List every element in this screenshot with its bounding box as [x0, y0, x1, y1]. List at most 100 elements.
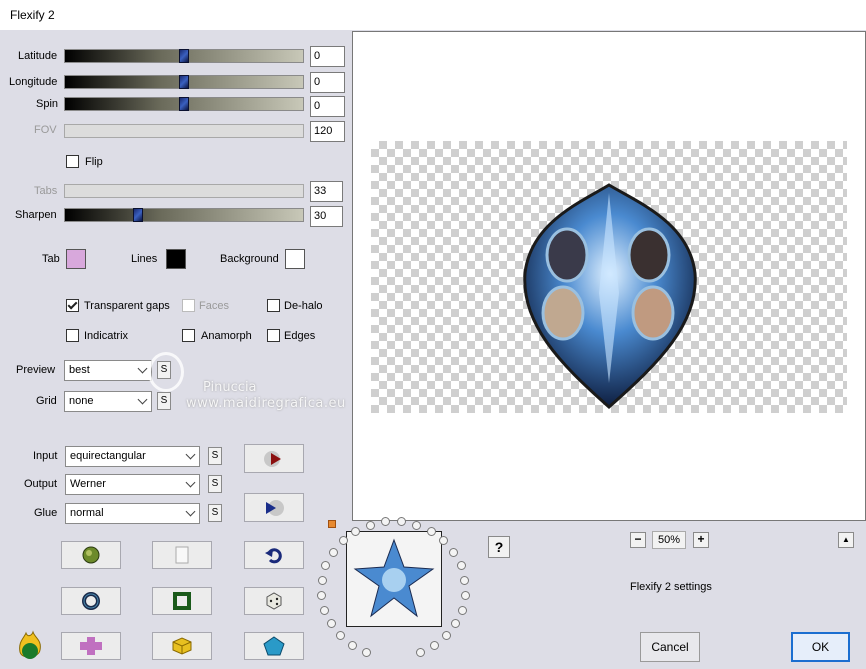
zoom-out-button[interactable]: − [630, 532, 646, 548]
ring-dot[interactable] [366, 521, 375, 530]
latitude-slider[interactable] [64, 49, 304, 63]
sharpen-input[interactable]: 30 [310, 206, 343, 227]
indicatrix-checkbox[interactable] [66, 329, 79, 342]
watermark-name: Pinuccia [203, 380, 257, 395]
ring-dot[interactable] [442, 631, 451, 640]
input-s-button[interactable]: S [208, 447, 222, 465]
fov-input[interactable]: 120 [310, 121, 345, 142]
pentagon-button[interactable] [244, 632, 304, 660]
latitude-slider-thumb[interactable] [179, 49, 189, 63]
ring-dot[interactable] [339, 536, 348, 545]
output-select[interactable]: Werner [65, 474, 200, 495]
tab-color-swatch[interactable] [66, 249, 86, 269]
puzzle-button[interactable] [61, 632, 121, 660]
input-select-value: equirectangular [70, 450, 146, 462]
ring-icon [82, 592, 100, 610]
ring-dot[interactable] [460, 576, 469, 585]
anamorph-checkbox[interactable] [182, 329, 195, 342]
dice-button[interactable] [244, 587, 304, 615]
ring-dot[interactable] [449, 548, 458, 557]
transparent-gaps-label: Transparent gaps [84, 300, 170, 312]
chevron-down-icon [185, 506, 196, 517]
ring-dot[interactable] [351, 527, 360, 536]
ring-dot[interactable] [327, 619, 336, 628]
transparent-gaps-checkbox[interactable] [66, 299, 79, 312]
tab-color-label: Tab [42, 253, 60, 265]
cancel-button[interactable]: Cancel [640, 632, 700, 662]
ring-dot[interactable] [451, 619, 460, 628]
output-play-button[interactable] [244, 493, 304, 522]
faces-checkbox [182, 299, 195, 312]
ok-button[interactable]: OK [791, 632, 850, 662]
ring-dot[interactable] [412, 521, 421, 530]
glue-select-value: normal [70, 507, 104, 519]
ring-dot[interactable] [416, 648, 425, 657]
edges-checkbox[interactable] [267, 329, 280, 342]
zoom-in-button[interactable]: + [693, 532, 709, 548]
ring-dot[interactable] [317, 591, 326, 600]
frame-button[interactable] [152, 587, 212, 615]
sharpen-slider[interactable] [64, 208, 304, 222]
cube-button[interactable] [152, 632, 212, 660]
spin-input[interactable]: 0 [310, 96, 345, 117]
ring-dot[interactable] [336, 631, 345, 640]
latitude-input[interactable]: 0 [310, 46, 345, 67]
ring-button[interactable] [61, 587, 121, 615]
randomize-button[interactable] [61, 541, 121, 569]
tabs-input[interactable]: 33 [310, 181, 343, 202]
flip-checkbox[interactable] [66, 155, 79, 168]
preview-canvas[interactable] [352, 31, 866, 521]
tabs-label: Tabs [34, 185, 58, 197]
longitude-label: Longitude [9, 76, 58, 88]
ring-dot[interactable] [461, 591, 470, 600]
ring-dot[interactable] [458, 606, 467, 615]
indicatrix-label: Indicatrix [84, 330, 129, 342]
ring-dot[interactable] [362, 648, 371, 657]
scroll-up-button[interactable]: ▲ [838, 532, 854, 548]
input-select[interactable]: equirectangular [65, 446, 200, 467]
grid-s-button[interactable]: S [157, 392, 171, 410]
undo-button[interactable] [244, 541, 304, 569]
ring-marker-icon[interactable] [328, 520, 336, 528]
longitude-slider[interactable] [64, 75, 304, 89]
thumbnail-preview[interactable] [346, 531, 442, 627]
copy-button[interactable] [152, 541, 212, 569]
ring-dot[interactable] [439, 536, 448, 545]
ring-dot[interactable] [320, 606, 329, 615]
input-play-button[interactable] [244, 444, 304, 473]
plugin-logo [14, 630, 46, 662]
sharpen-slider-thumb[interactable] [133, 208, 143, 222]
spin-slider-thumb[interactable] [179, 97, 189, 111]
ring-dot[interactable] [430, 641, 439, 650]
chevron-down-icon [137, 394, 148, 405]
ring-dot[interactable] [329, 548, 338, 557]
settings-label: Flexify 2 settings [630, 581, 712, 593]
glue-select[interactable]: normal [65, 503, 200, 524]
output-s-button[interactable]: S [208, 475, 222, 493]
ring-dot[interactable] [457, 561, 466, 570]
de-halo-checkbox[interactable] [267, 299, 280, 312]
longitude-input[interactable]: 0 [310, 72, 345, 93]
ring-dot[interactable] [427, 527, 436, 536]
background-color-swatch[interactable] [285, 249, 305, 269]
tabs-slider [64, 184, 304, 198]
lines-color-swatch[interactable] [166, 249, 186, 269]
ring-dot[interactable] [381, 517, 390, 526]
dice-icon [266, 592, 282, 610]
title-bar: Flexify 2 [0, 0, 866, 30]
longitude-slider-thumb[interactable] [179, 75, 189, 89]
ring-dot[interactable] [397, 517, 406, 526]
shield-image [523, 183, 697, 409]
ring-dot[interactable] [318, 576, 327, 585]
grid-select[interactable]: none [64, 391, 152, 412]
input-label: Input [33, 450, 58, 462]
spin-slider[interactable] [64, 97, 304, 111]
ring-dot[interactable] [348, 641, 357, 650]
zoom-level: 50% [652, 531, 686, 549]
help-button[interactable]: ? [488, 536, 510, 558]
chevron-down-icon [137, 363, 148, 374]
ring-dot[interactable] [321, 561, 330, 570]
glue-s-button[interactable]: S [208, 504, 222, 522]
preview-select[interactable]: best [64, 360, 152, 381]
fov-label: FOV [34, 124, 57, 136]
